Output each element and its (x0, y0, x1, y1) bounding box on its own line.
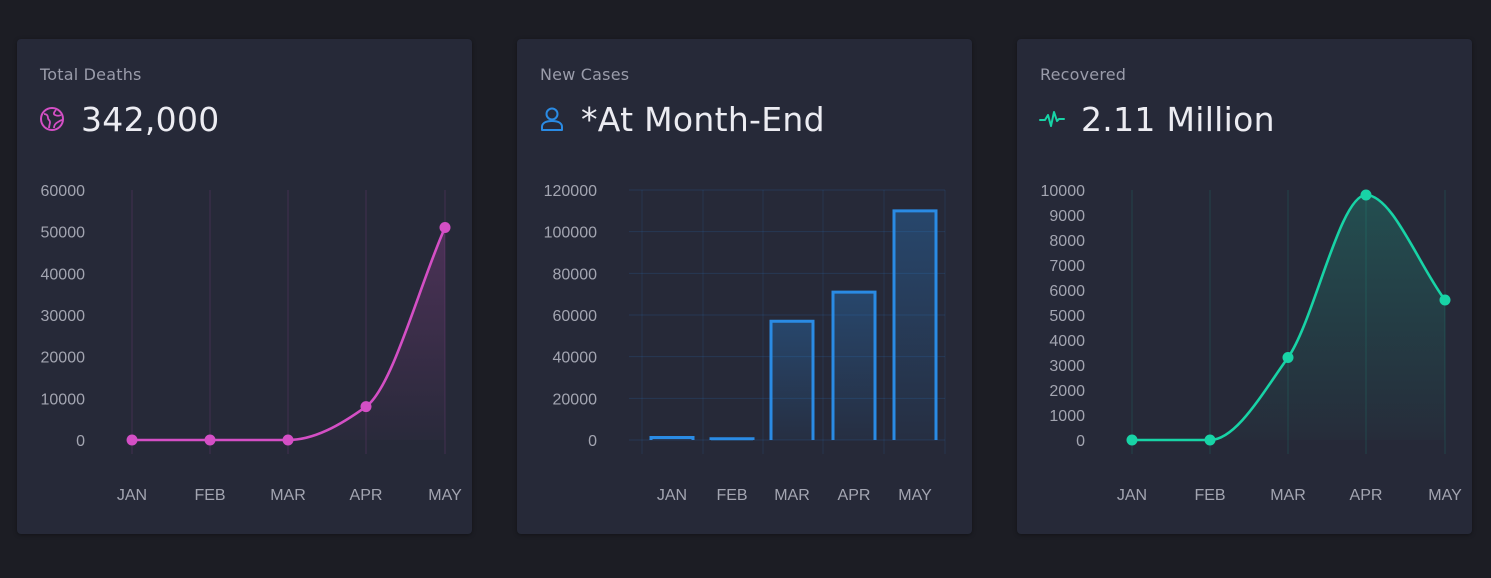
y-tick-label: 20000 (41, 350, 86, 367)
y-tick-label: 6000 (1049, 283, 1085, 300)
bar (892, 209, 938, 440)
recovered-chart: 0 1000 2000 3000 4000 5000 6000 7000 8000 9000 100… (1041, 183, 1463, 504)
y-tick-label: 7000 (1049, 258, 1085, 275)
x-tick-label: MAR (774, 487, 810, 504)
y-tick-label: 4000 (1049, 333, 1085, 350)
x-tick-label: MAY (428, 487, 462, 504)
y-tick-label: 0 (588, 433, 597, 450)
y-tick-label: 40000 (41, 266, 86, 283)
x-tick-label: FEB (716, 487, 747, 504)
x-tick-label: APR (1350, 487, 1383, 504)
y-tick-label: 10000 (1041, 183, 1086, 200)
y-tick-label: 30000 (41, 308, 86, 325)
x-tick-label: APR (838, 487, 871, 504)
bar (649, 436, 695, 440)
x-tick-label: JAN (1117, 487, 1147, 504)
recovered-card: Recovered 2.11 Million 0 1000 2000 3000 4000… (1017, 39, 1472, 534)
new-cases-chart: 0 20000 40000 60000 80000 100000 120000 JAN FEB M… (544, 183, 946, 504)
new-cases-card: New Cases *At Month-End 0 20000 40000 60000… (517, 39, 972, 534)
y-tick-label: 0 (1076, 433, 1085, 450)
bar (709, 437, 755, 441)
y-tick-label: 2000 (1049, 383, 1085, 400)
x-tick-label: JAN (117, 487, 147, 504)
data-point (360, 401, 372, 413)
data-point (204, 434, 216, 446)
data-point (126, 434, 138, 446)
y-tick-label: 10000 (41, 391, 86, 408)
x-tick-label: JAN (657, 487, 687, 504)
y-tick-label: 5000 (1049, 308, 1085, 325)
x-tick-label: FEB (194, 487, 225, 504)
data-point (282, 434, 294, 446)
y-tick-label: 40000 (553, 350, 598, 367)
y-tick-label: 9000 (1049, 208, 1085, 225)
data-point (1204, 434, 1216, 446)
x-tick-label: FEB (1194, 487, 1225, 504)
x-tick-label: MAR (1270, 487, 1306, 504)
y-tick-label: 60000 (41, 183, 86, 200)
y-tick-label: 20000 (553, 391, 598, 408)
y-tick-label: 60000 (553, 308, 598, 325)
bar (831, 290, 877, 440)
y-tick-label: 120000 (544, 183, 597, 200)
bar (769, 319, 815, 440)
x-tick-label: MAY (898, 487, 932, 504)
y-tick-label: 50000 (41, 225, 86, 242)
data-point (1126, 434, 1138, 446)
y-tick-label: 80000 (553, 266, 598, 283)
total-deaths-chart: 0 10000 20000 30000 40000 50000 60000 JAN FEB MAR… (41, 183, 463, 504)
total-deaths-card: Total Deaths 342,000 0 10000 20000 30000 400… (17, 39, 472, 534)
x-tick-label: APR (350, 487, 383, 504)
x-tick-label: MAR (270, 487, 306, 504)
data-point (1439, 294, 1451, 306)
y-tick-label: 100000 (544, 225, 597, 242)
y-tick-label: 0 (76, 433, 85, 450)
y-tick-label: 3000 (1049, 358, 1085, 375)
data-point (1282, 352, 1294, 363)
data-point (1360, 189, 1372, 201)
x-tick-label: MAY (1428, 487, 1462, 504)
y-tick-label: 1000 (1049, 408, 1085, 425)
data-point (439, 222, 451, 233)
y-tick-label: 8000 (1049, 233, 1085, 250)
